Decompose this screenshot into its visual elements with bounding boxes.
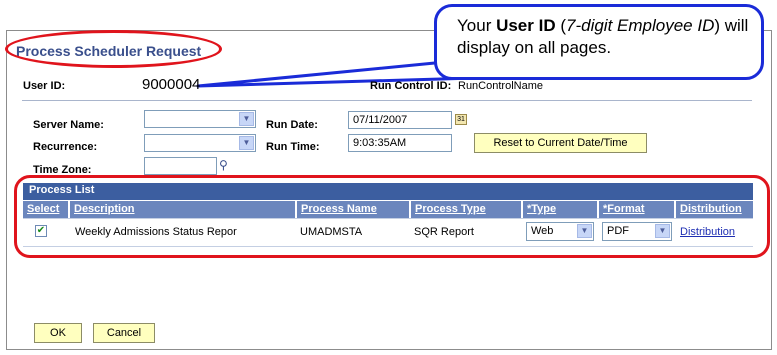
reset-date-time-button[interactable]: Reset to Current Date/Time [474,133,647,153]
cancel-button[interactable]: Cancel [93,323,155,343]
time-zone-label: Time Zone: [33,164,92,175]
user-id-label: User ID: [23,80,66,92]
recurrence-select[interactable]: ▼ [144,134,256,152]
callout-text-bold: User ID [496,16,556,35]
run-control-label: Run Control ID: [370,80,452,92]
run-time-input[interactable]: 9:03:35AM [348,134,452,152]
callout-text-mid: ( [555,16,566,35]
chevron-down-icon[interactable]: ▼ [239,136,254,150]
header-separator [22,100,752,101]
time-zone-input[interactable] [144,157,217,175]
run-date-input[interactable]: 07/11/2007 [348,111,452,129]
ok-button[interactable]: OK [34,323,82,343]
run-time-label: Run Time: [266,141,320,153]
callout-box: Your User ID (7-digit Employee ID) will … [434,4,764,80]
calendar-icon[interactable]: 31 [455,114,467,125]
process-list-highlight-oval [14,175,770,258]
magnifier-icon[interactable]: ⚲ [219,158,228,172]
recurrence-label: Recurrence: [33,141,98,153]
run-control-value: RunControlName [458,80,543,92]
server-name-select[interactable]: ▼ [144,110,256,128]
server-name-label: Server Name: [33,119,104,131]
callout-text-pre: Your [457,16,497,35]
run-date-label: Run Date: [266,119,318,131]
user-id-value: 9000004 [142,76,201,93]
chevron-down-icon[interactable]: ▼ [239,112,254,126]
callout-text-italic: 7-digit Employee ID [566,16,715,35]
